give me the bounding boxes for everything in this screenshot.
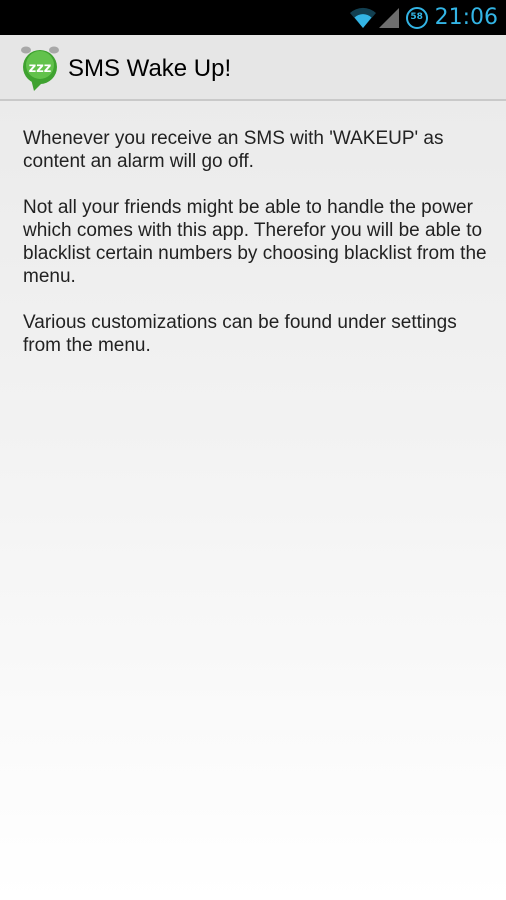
description: Whenever you receive an SMS with 'WAKEUP… (23, 127, 489, 380)
main-content: Whenever you receive an SMS with 'WAKEUP… (0, 101, 506, 900)
paragraph-settings: Various customizations can be found unde… (23, 312, 457, 356)
app-title: SMS Wake Up! (68, 55, 232, 82)
wifi-icon (349, 7, 376, 28)
paragraph-wakeup: Whenever you receive an SMS with 'WAKEUP… (23, 128, 444, 172)
battery-icon: 58 (405, 6, 428, 29)
signal-icon (378, 7, 399, 28)
paragraph-blacklist: Not all your friends might be able to ha… (23, 197, 487, 287)
battery-level: 58 (410, 12, 423, 22)
app-icon-label: zzz (29, 61, 52, 76)
action-bar: zzz SMS Wake Up! (0, 35, 506, 101)
status-icons: 58 21:06 (349, 0, 498, 35)
status-clock: 21:06 (434, 5, 498, 30)
app-icon[interactable]: zzz (20, 46, 60, 92)
status-bar: 58 21:06 (0, 0, 506, 35)
